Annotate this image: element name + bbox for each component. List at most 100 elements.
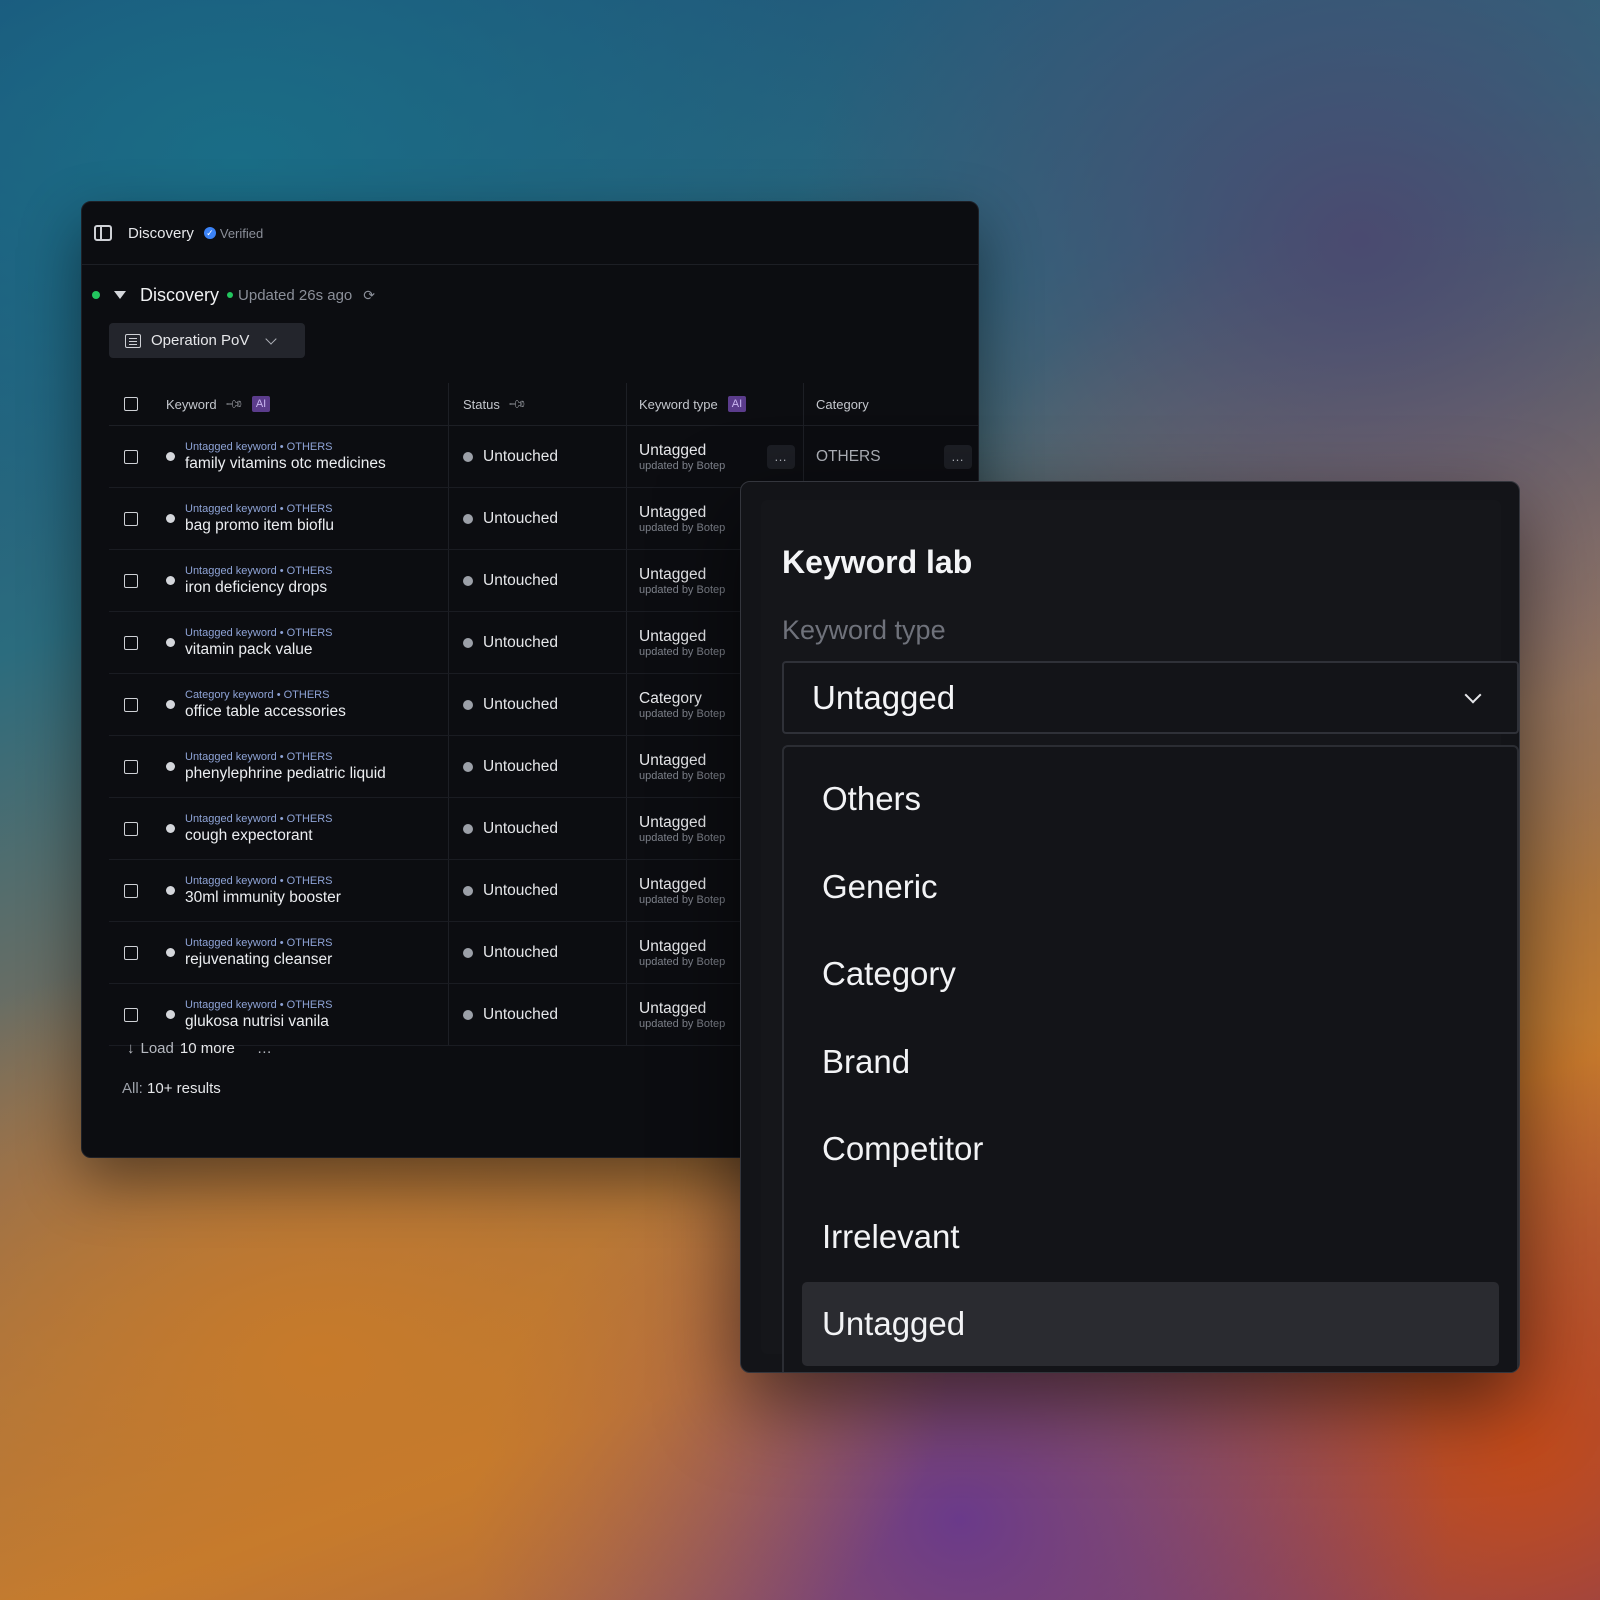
pin-icon[interactable]: 📌︎ xyxy=(507,394,528,415)
keyword-name[interactable]: family vitamins otc medicines xyxy=(185,454,386,473)
load-more-prefix: Load xyxy=(140,1040,174,1057)
verified-check-icon: ✓ xyxy=(203,227,216,239)
row-checkbox[interactable] xyxy=(123,449,138,464)
results-prefix: All: xyxy=(122,1080,143,1097)
row-checkbox[interactable] xyxy=(123,759,138,774)
status-text: Untouched xyxy=(483,881,558,899)
live-dot-icon xyxy=(227,292,234,298)
row-checkbox[interactable] xyxy=(123,511,138,526)
refresh-icon[interactable]: ⟳ xyxy=(363,287,375,304)
keyword-meta: Untagged keyword • OTHERS xyxy=(185,564,333,577)
row-status-dot-icon xyxy=(166,948,175,957)
load-more-button[interactable]: ↓ Load 10 more … xyxy=(127,1040,273,1057)
menu-option-untagged[interactable]: Untagged xyxy=(802,1282,1499,1366)
table-row[interactable]: Untagged keyword • OTHERS family vitamin… xyxy=(109,426,978,488)
pin-icon[interactable]: 📌︎ xyxy=(224,394,245,415)
keyword-type-value: Category xyxy=(639,689,702,707)
menu-option-competitor[interactable]: Competitor xyxy=(802,1107,1499,1191)
menu-option-irrelevant[interactable]: Irrelevant xyxy=(802,1195,1499,1279)
keyword-meta: Untagged keyword • OTHERS xyxy=(185,936,333,949)
keyword-meta: Untagged keyword • OTHERS xyxy=(185,750,333,763)
chevron-down-icon xyxy=(265,332,278,345)
row-checkbox[interactable] xyxy=(123,1007,138,1022)
keyword-type-menu: Others Generic Category Brand Competitor Irre… xyxy=(782,745,1519,1372)
row-checkbox[interactable] xyxy=(123,883,138,898)
updated-by-text: updated by Botep xyxy=(639,1017,726,1030)
keyword-type-value: Untagged xyxy=(639,937,707,955)
header-status[interactable]: Status xyxy=(463,397,500,412)
status-dot-icon xyxy=(463,761,473,772)
keyword-type-value: Untagged xyxy=(639,627,707,645)
status-text: Untouched xyxy=(483,943,558,961)
keyword-name[interactable]: 30ml immunity booster xyxy=(185,888,341,907)
panel-body: Keyword lab Keyword type Untagged Others… xyxy=(761,500,1519,1372)
menu-option-category[interactable]: Category xyxy=(802,932,1499,1016)
table-header: Keyword 📌︎ AI Status 📌︎ Keyword type AI … xyxy=(109,383,978,426)
updated-by-text: updated by Botep xyxy=(639,645,726,658)
view-selector-button[interactable]: Operation PoV xyxy=(109,323,305,358)
row-more-button[interactable]: … xyxy=(944,444,972,469)
status-text: Untouched xyxy=(483,571,558,589)
status-text: Untouched xyxy=(483,447,558,465)
updated-indicator: Updated 26s ago ⟳ xyxy=(227,287,375,304)
status-dot-icon xyxy=(463,947,473,958)
status-text: Untouched xyxy=(483,757,558,775)
keyword-name[interactable]: glukosa nutrisi vanila xyxy=(185,1012,333,1031)
view-selector-label: Operation PoV xyxy=(151,332,250,349)
updated-by-text: updated by Botep xyxy=(639,707,726,720)
keyword-type-value: Untagged xyxy=(639,441,707,459)
keyword-meta: Untagged keyword • OTHERS xyxy=(185,502,333,515)
updated-by-text: updated by Botep xyxy=(639,521,726,534)
row-status-dot-icon xyxy=(166,824,175,833)
window-topbar: Discovery ✓ Verified xyxy=(82,202,978,265)
chevron-down-icon xyxy=(1464,686,1482,704)
keyword-name[interactable]: office table accessories xyxy=(185,702,346,721)
keyword-name[interactable]: cough expectorant xyxy=(185,826,333,845)
row-checkbox[interactable] xyxy=(123,945,138,960)
ai-badge: AI xyxy=(251,396,271,412)
row-checkbox[interactable] xyxy=(123,573,138,588)
collapse-caret-icon[interactable] xyxy=(114,291,126,299)
header-keyword[interactable]: Keyword xyxy=(166,397,217,412)
updated-by-text: updated by Botep xyxy=(639,769,726,782)
status-dot-icon xyxy=(463,575,473,586)
row-status-dot-icon xyxy=(166,576,175,585)
keyword-type-value: Untagged xyxy=(639,751,707,769)
status-dot-icon xyxy=(463,699,473,710)
keyword-name[interactable]: rejuvenating cleanser xyxy=(185,950,333,969)
status-text: Untouched xyxy=(483,695,558,713)
row-checkbox[interactable] xyxy=(123,697,138,712)
keyword-meta: Untagged keyword • OTHERS xyxy=(185,874,333,887)
updated-text: Updated 26s ago xyxy=(238,286,353,304)
row-more-button[interactable]: … xyxy=(767,444,795,469)
keyword-type-value: Untagged xyxy=(639,875,707,893)
select-all-checkbox[interactable] xyxy=(123,397,138,411)
keyword-type-select[interactable]: Untagged xyxy=(782,661,1519,734)
row-status-dot-icon xyxy=(166,762,175,771)
updated-by-text: updated by Botep xyxy=(639,831,726,844)
sidebar-toggle-icon[interactable] xyxy=(94,225,112,241)
row-checkbox[interactable] xyxy=(123,821,138,836)
status-dot-icon xyxy=(463,1009,473,1020)
keyword-meta: Untagged keyword • OTHERS xyxy=(185,812,333,825)
header-category[interactable]: Category xyxy=(816,397,869,412)
keyword-name[interactable]: bag promo item bioflu xyxy=(185,516,334,535)
row-status-dot-icon xyxy=(166,1010,175,1019)
menu-option-generic[interactable]: Generic xyxy=(802,845,1499,929)
more-options-icon[interactable]: … xyxy=(257,1040,273,1057)
status-dot-icon xyxy=(463,637,473,648)
header-keyword-type[interactable]: Keyword type xyxy=(639,397,718,412)
status-dot-icon xyxy=(463,513,473,524)
row-status-dot-icon xyxy=(166,700,175,709)
window-title: Discovery xyxy=(128,224,194,242)
updated-by-text: updated by Botep xyxy=(639,459,726,472)
ai-badge: AI xyxy=(727,396,747,412)
keyword-name[interactable]: phenylephrine pediatric liquid xyxy=(185,764,386,783)
keyword-name[interactable]: iron deficiency drops xyxy=(185,578,333,597)
keyword-name[interactable]: vitamin pack value xyxy=(185,640,333,659)
menu-option-others[interactable]: Others xyxy=(802,757,1499,841)
menu-option-brand[interactable]: Brand xyxy=(802,1020,1499,1104)
arrow-down-icon: ↓ xyxy=(127,1040,135,1057)
row-checkbox[interactable] xyxy=(123,635,138,650)
keyword-type-value: Untagged xyxy=(639,565,707,583)
